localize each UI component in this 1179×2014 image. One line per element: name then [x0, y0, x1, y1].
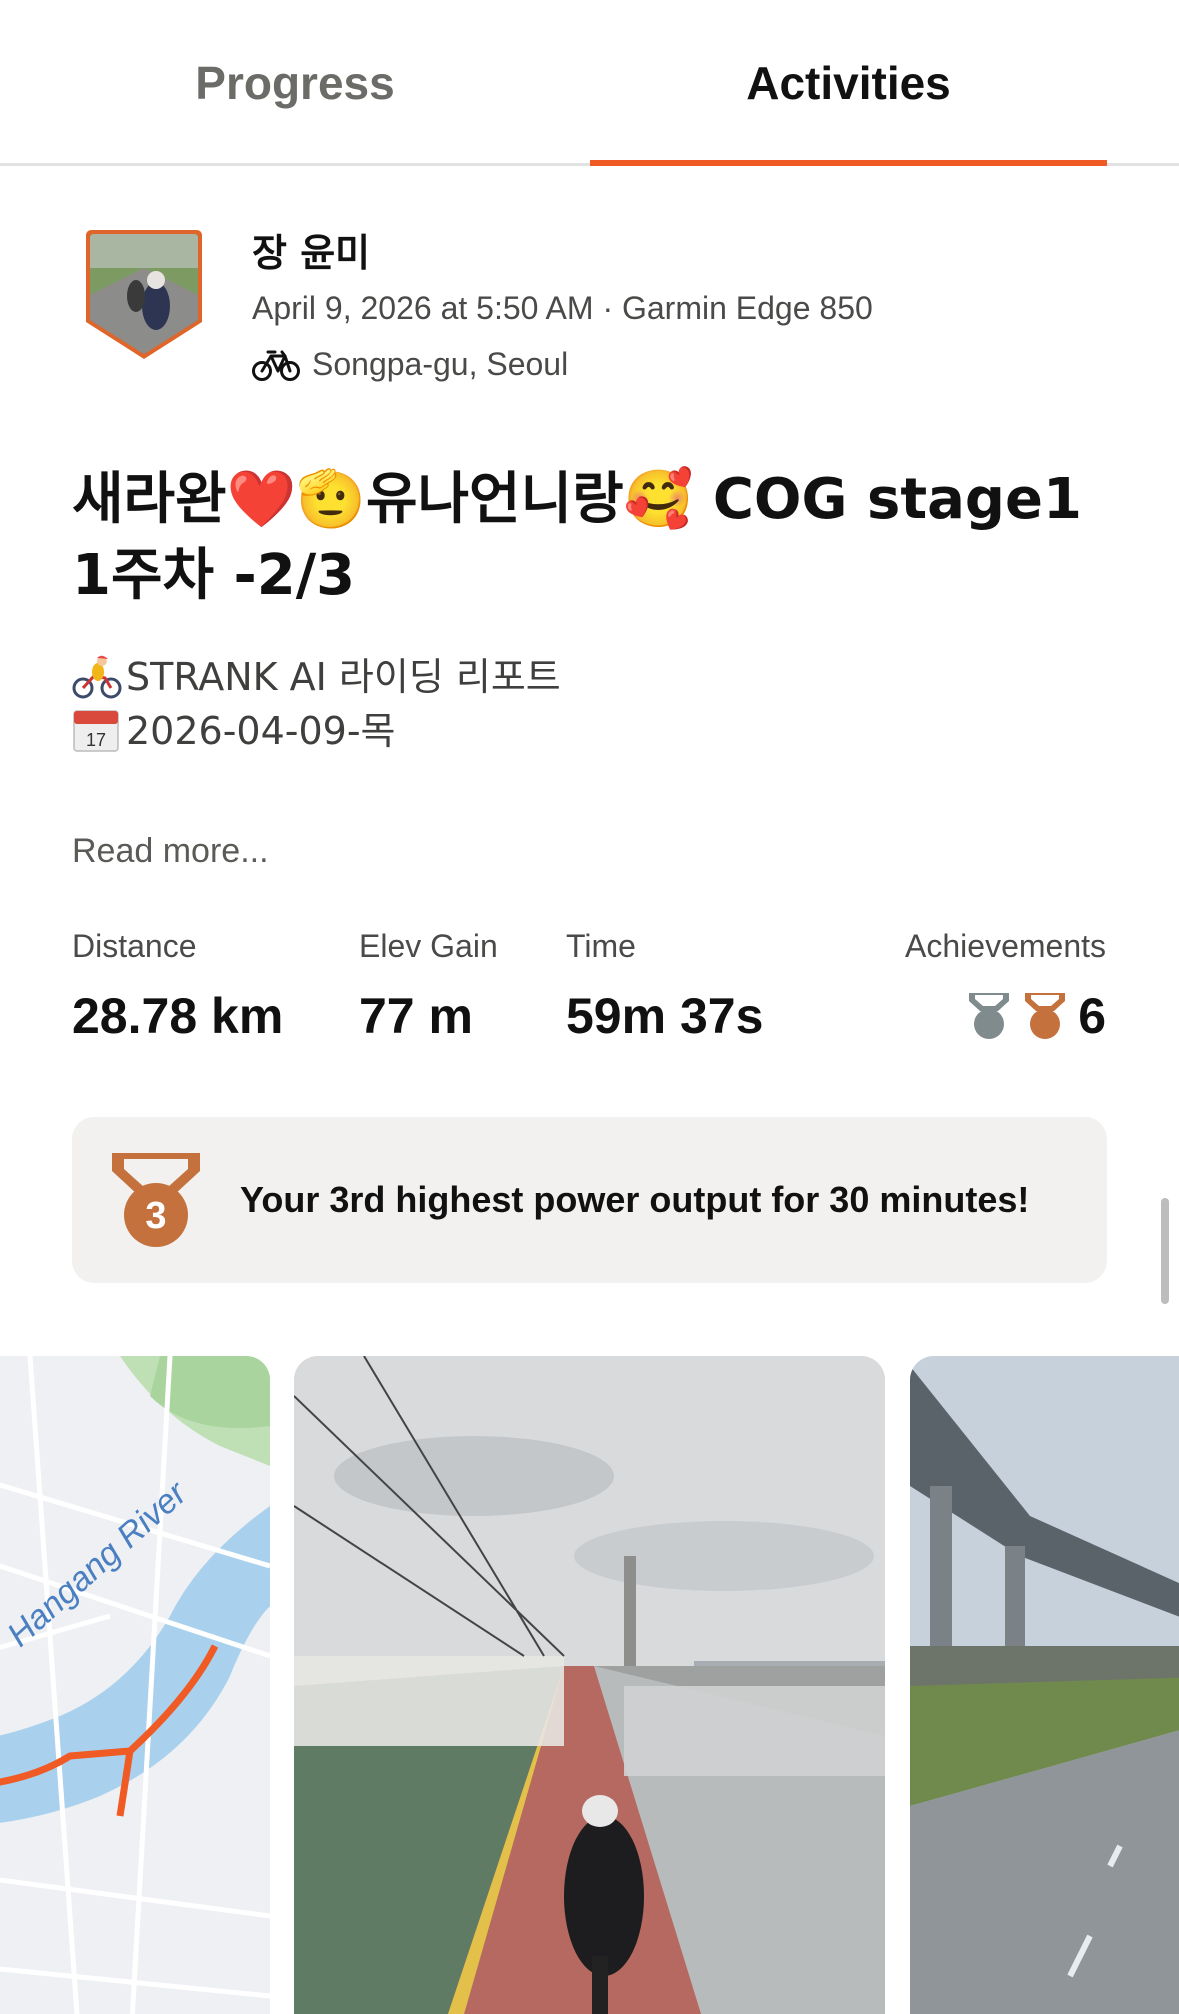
description-text: 2026-04-09-목	[126, 709, 396, 753]
medal-rank: 3	[145, 1195, 166, 1237]
description-line: 17 2026-04-09-목	[72, 704, 561, 758]
stat-value: 77 m	[359, 988, 473, 1044]
athlete-name[interactable]: 장 윤미	[252, 222, 370, 277]
silver-medal-icon	[969, 993, 1010, 1039]
cyclist-on-bridge-photo[interactable]	[294, 1356, 885, 2014]
avatar[interactable]	[84, 228, 204, 360]
achievement-banner[interactable]: 3 Your 3rd highest power output for 30 m…	[72, 1117, 1107, 1283]
tab-bar: Progress Activities	[0, 0, 1179, 166]
stat-label: Time	[566, 928, 636, 964]
stat-time: Time 59m 37s	[566, 928, 763, 1045]
bronze-medal-icon	[1025, 993, 1066, 1039]
location-text: Songpa-gu, Seoul	[312, 346, 569, 382]
activity-description: STRANK AI 라이딩 리포트 17 2026-04-09-목	[72, 650, 561, 758]
stat-label: Elev Gain	[359, 928, 498, 964]
bike-icon	[252, 350, 300, 381]
stat-elev-gain: Elev Gain 77 m	[359, 928, 498, 1045]
activity-date-device: April 9, 2026 at 5:50 AM · Garmin Edge 8…	[252, 290, 873, 326]
activity-location: Songpa-gu, Seoul	[252, 346, 568, 383]
description-line: STRANK AI 라이딩 리포트	[72, 650, 561, 704]
route-map[interactable]: Hangang River	[0, 1356, 270, 2014]
stat-label: Distance	[72, 928, 197, 964]
stat-achievements[interactable]: Achievements 6	[905, 928, 1106, 1045]
bike-path-under-overpass-photo[interactable]	[910, 1356, 1179, 2014]
active-tab-indicator	[590, 160, 1107, 166]
achievements-count: 6	[1078, 988, 1106, 1044]
tab-activities[interactable]: Activities	[590, 0, 1107, 166]
activity-title[interactable]: 새라완❤️🫡유나언니랑🥰 COG stage1 1주차 -2/3	[72, 462, 1112, 614]
calendar-emoji-icon: 17	[73, 710, 119, 752]
cyclist-emoji-icon	[72, 655, 122, 699]
bronze-medal-icon: 3	[112, 1153, 200, 1247]
achievements-row: 6	[905, 987, 1106, 1045]
tab-progress[interactable]: Progress	[0, 0, 590, 166]
description-text: STRANK AI 라이딩 리포트	[126, 655, 561, 699]
read-more-link[interactable]: Read more...	[72, 832, 269, 871]
stat-distance: Distance 28.78 km	[72, 928, 283, 1045]
stat-value: 59m 37s	[566, 988, 764, 1044]
stat-value: 28.78 km	[72, 988, 284, 1044]
scrollbar-thumb[interactable]	[1161, 1198, 1169, 1304]
achievement-text: Your 3rd highest power output for 30 min…	[240, 1179, 1030, 1220]
stat-label: Achievements	[905, 928, 1106, 964]
svg-text:17: 17	[86, 730, 106, 750]
